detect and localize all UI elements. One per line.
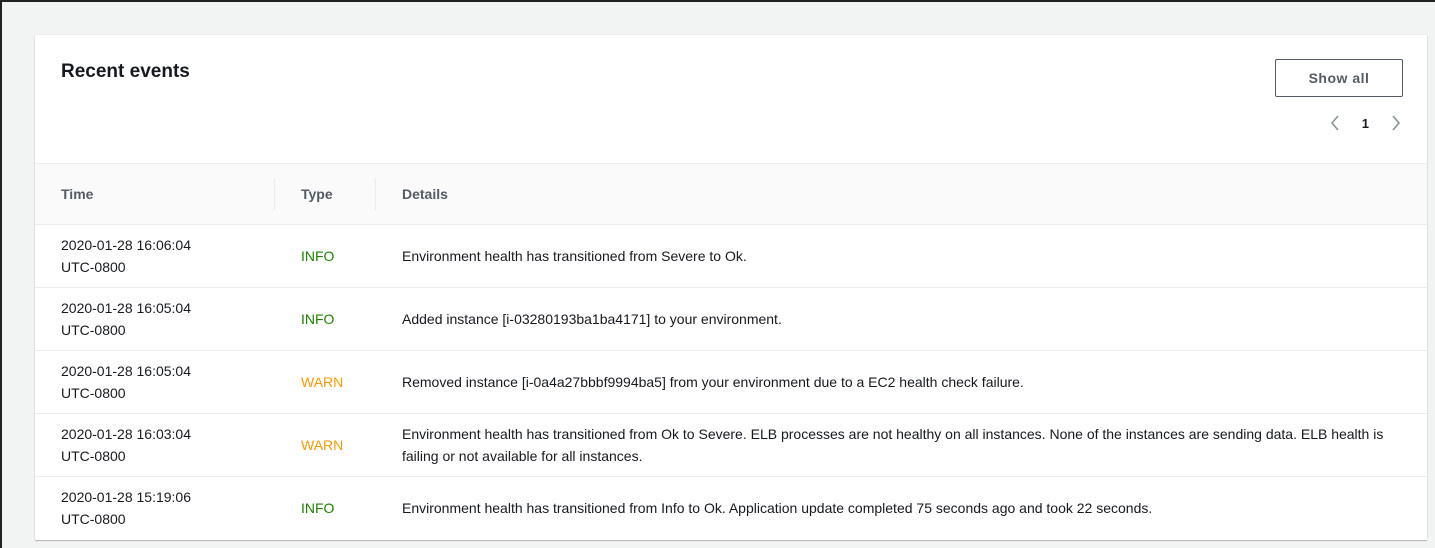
- panel-title: Recent events: [61, 61, 190, 82]
- event-timezone: UTC-0800: [61, 259, 126, 275]
- event-details: Environment health has transitioned from…: [376, 224, 1427, 288]
- column-header-time[interactable]: Time: [35, 164, 275, 225]
- event-details: Removed instance [i-0a4a27bbbf9994ba5] f…: [376, 350, 1427, 414]
- table-row: 2020-01-28 15:19:06 UTC-0800 INFO Enviro…: [35, 477, 1427, 540]
- panel-header: Recent events Show all 1: [35, 35, 1427, 164]
- recent-events-panel: Recent events Show all 1 Time Type Detai…: [35, 35, 1427, 540]
- column-header-details[interactable]: Details: [376, 164, 1427, 225]
- pagination: 1: [1328, 111, 1403, 135]
- events-table: Time Type Details 2020-01-28 16:06:04 UT…: [35, 164, 1427, 539]
- show-all-button[interactable]: Show all: [1275, 59, 1403, 97]
- event-time: 2020-01-28 16:06:04 UTC-0800: [35, 224, 275, 288]
- event-type-badge: WARN: [301, 437, 344, 453]
- event-timezone: UTC-0800: [61, 385, 126, 401]
- event-type-badge: INFO: [301, 500, 335, 516]
- event-type-badge: WARN: [301, 374, 344, 390]
- table-header-row: Time Type Details: [35, 164, 1427, 225]
- page-number[interactable]: 1: [1362, 116, 1369, 131]
- event-type-badge: INFO: [301, 311, 335, 327]
- column-header-label: Time: [61, 186, 94, 202]
- column-header-type[interactable]: Type: [275, 164, 376, 225]
- event-time: 2020-01-28 15:19:06 UTC-0800: [35, 477, 275, 540]
- event-date: 2020-01-28 16:06:04: [61, 237, 191, 253]
- event-date: 2020-01-28 15:19:06: [61, 489, 191, 505]
- event-time: 2020-01-28 16:05:04 UTC-0800: [35, 350, 275, 414]
- event-details: Environment health has transitioned from…: [376, 413, 1427, 477]
- event-date: 2020-01-28 16:05:04: [61, 363, 191, 379]
- event-timezone: UTC-0800: [61, 511, 126, 527]
- event-time: 2020-01-28 16:05:04 UTC-0800: [35, 287, 275, 351]
- chevron-right-icon[interactable]: [1389, 111, 1403, 135]
- event-details: Added instance [i-03280193ba1ba4171] to …: [376, 287, 1427, 351]
- table-row: 2020-01-28 16:05:04 UTC-0800 WARN Remove…: [35, 350, 1427, 414]
- event-date: 2020-01-28 16:03:04: [61, 426, 191, 442]
- event-type-badge: INFO: [301, 248, 335, 264]
- event-date: 2020-01-28 16:05:04: [61, 300, 191, 316]
- event-timezone: UTC-0800: [61, 322, 126, 338]
- chevron-left-icon[interactable]: [1328, 111, 1342, 135]
- table-row: 2020-01-28 16:03:04 UTC-0800 WARN Enviro…: [35, 413, 1427, 477]
- table-row: 2020-01-28 16:05:04 UTC-0800 INFO Added …: [35, 287, 1427, 351]
- event-details: Environment health has transitioned from…: [402, 500, 1153, 516]
- column-header-label: Type: [301, 186, 333, 202]
- event-time: 2020-01-28 16:03:04 UTC-0800: [35, 413, 275, 477]
- column-header-label: Details: [402, 186, 448, 202]
- event-timezone: UTC-0800: [61, 448, 126, 464]
- table-row: 2020-01-28 16:06:04 UTC-0800 INFO Enviro…: [35, 224, 1427, 288]
